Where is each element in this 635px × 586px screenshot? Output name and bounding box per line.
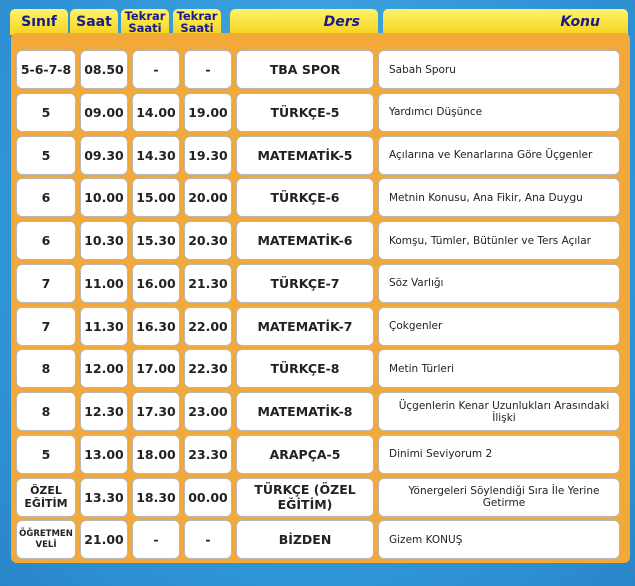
cell-konu: Komşu, Tümler, Bütünler ve Ters Açılar xyxy=(378,221,620,260)
cell-t2: 00.00 xyxy=(184,477,232,517)
cell-ders: MATEMATİK-5 xyxy=(236,135,374,175)
cell-t1: 17.00 xyxy=(132,349,180,389)
cell-t2: 23.30 xyxy=(184,434,232,474)
cell-t1: 18.30 xyxy=(132,477,180,517)
cell-ders: TÜRKÇE-8 xyxy=(236,349,374,389)
cell-saat: 10.00 xyxy=(80,178,128,218)
cell-sinif: 5 xyxy=(16,92,76,132)
header-konu: Konu xyxy=(383,9,628,35)
cell-saat: 09.30 xyxy=(80,135,128,175)
cell-saat: 08.50 xyxy=(80,50,128,89)
cell-t2: - xyxy=(184,520,232,560)
cell-konu: Üçgenlerin Kenar Uzunlukları Arasındaki … xyxy=(378,392,620,431)
cell-konu: Yönergeleri Söylendiği Sıra İle Yerine G… xyxy=(378,477,620,517)
header-ders: Ders xyxy=(230,9,378,35)
cell-t1: 15.00 xyxy=(132,178,180,218)
cell-konu: Gizem KONUŞ xyxy=(378,520,620,560)
cell-ders: BİZDEN xyxy=(236,520,374,560)
cell-konu: Metnin Konusu, Ana Fikir, Ana Duygu xyxy=(378,178,620,218)
cell-t2: 22.00 xyxy=(184,306,232,346)
cell-t2: 20.00 xyxy=(184,178,232,218)
cell-konu: Açılarına ve Kenarlarına Göre Üçgenler xyxy=(378,135,620,175)
cell-konu: Söz Varlığı xyxy=(378,263,620,303)
cell-saat: 21.00 xyxy=(80,520,128,560)
cell-konu: Çokgenler xyxy=(378,306,620,346)
cell-konu: Sabah Sporu xyxy=(378,50,620,89)
cell-t1: 16.30 xyxy=(132,306,180,346)
cell-saat: 11.30 xyxy=(80,306,128,346)
schedule-table: 5-6-7-8 08.50- - TBA SPOR Sabah Sporu 5 09.00 1… xyxy=(11,33,630,563)
cell-sinif: 7 xyxy=(16,306,76,346)
cell-t1: 14.30 xyxy=(132,135,180,175)
cell-t2: 19.30 xyxy=(184,135,232,175)
cell-saat: 09.00 xyxy=(80,92,128,132)
cell-konu: Yardımcı Düşünce xyxy=(378,92,620,132)
cell-sinif: 6 xyxy=(16,221,76,260)
cell-sinif: ÖĞRETMEN VELİ xyxy=(16,520,76,560)
header-tekrar-saati-2: Tekrar Saati xyxy=(173,9,221,35)
cell-sinif: 5 xyxy=(16,135,76,175)
cell-sinif: 6 xyxy=(16,178,76,218)
cell-konu: Metin Türleri xyxy=(378,349,620,389)
cell-ders: TÜRKÇE-7 xyxy=(236,263,374,303)
cell-saat: 10.30 xyxy=(80,221,128,260)
cell-sinif: 5 xyxy=(16,434,76,474)
cell-t2: 21.30 xyxy=(184,263,232,303)
cell-t2: 23.00 xyxy=(184,392,232,431)
cell-t1: 18.00 xyxy=(132,434,180,474)
cell-t1: - xyxy=(132,50,180,89)
cell-sinif: 8 xyxy=(16,392,76,431)
cell-konu: Dinimi Seviyorum 2 xyxy=(378,434,620,474)
cell-saat: 13.00 xyxy=(80,434,128,474)
cell-saat: 13.30 xyxy=(80,477,128,517)
cell-t2: - xyxy=(184,50,232,89)
cell-saat: 12.30 xyxy=(80,392,128,431)
cell-t2: 19.00 xyxy=(184,92,232,132)
cell-saat: 11.00 xyxy=(80,263,128,303)
cell-ders: MATEMATİK-8 xyxy=(236,392,374,431)
cell-sinif: ÖZEL EĞİTİM xyxy=(16,477,76,517)
cell-ders: TÜRKÇE-5 xyxy=(236,92,374,132)
cell-t2: 20.30 xyxy=(184,221,232,260)
cell-ders: MATEMATİK-6 xyxy=(236,221,374,260)
header-tekrar-saati-1: Tekrar Saati xyxy=(121,9,169,35)
header-sinif: Sınıf xyxy=(10,9,68,35)
cell-t2: 22.30 xyxy=(184,349,232,389)
cell-t1: 16.00 xyxy=(132,263,180,303)
cell-ders: TÜRKÇE-6 xyxy=(236,178,374,218)
header-saat: Saat xyxy=(70,9,118,35)
cell-ders: MATEMATİK-7 xyxy=(236,306,374,346)
cell-ders: ARAPÇA-5 xyxy=(236,434,374,474)
cell-t1: 17.30 xyxy=(132,392,180,431)
cell-ders: TÜRKÇE (ÖZEL EĞİTİM) xyxy=(236,477,374,517)
cell-ders: TBA SPOR xyxy=(236,50,374,89)
cell-t1: - xyxy=(132,520,180,560)
cell-sinif: 7 xyxy=(16,263,76,303)
cell-saat: 12.00 xyxy=(80,349,128,389)
cell-sinif: 5-6-7-8 xyxy=(16,50,76,89)
cell-t1: 14.00 xyxy=(132,92,180,132)
cell-t1: 15.30 xyxy=(132,221,180,260)
cell-sinif: 8 xyxy=(16,349,76,389)
